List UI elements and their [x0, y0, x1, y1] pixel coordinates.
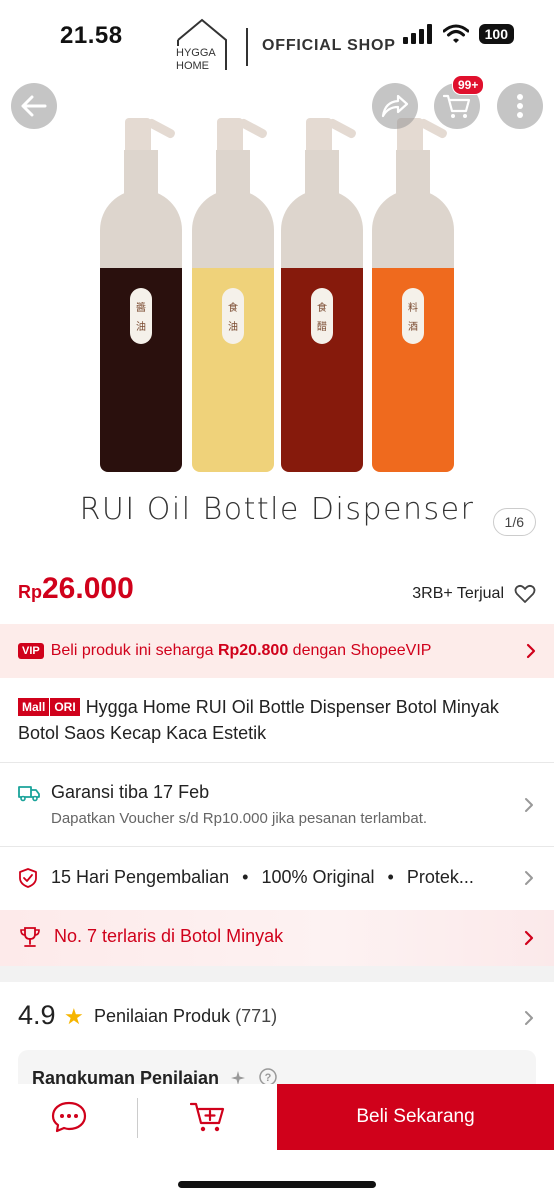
product-image-carousel[interactable]: 醬油 食油 食醋 料酒 RUI Oil Bottle Dispenser 1/6 — [0, 78, 554, 550]
star-icon: ★ — [64, 1004, 84, 1029]
product-title-text: Hygga Home RUI Oil Bottle Dispenser Boto… — [18, 697, 499, 743]
brand-divider — [246, 28, 248, 66]
vip-amount: Rp20.800 — [217, 642, 289, 659]
heart-icon[interactable] — [514, 584, 536, 604]
home-indicator[interactable] — [178, 1181, 376, 1188]
product-price: Rp26.000 — [18, 572, 134, 606]
add-to-cart-button[interactable] — [138, 1084, 277, 1150]
price-value: 26.000 — [42, 572, 134, 605]
rating-row[interactable]: 4.9 ★ Penilaian Produk (771) — [0, 992, 554, 1042]
bottle-label: 食油 — [222, 288, 244, 344]
cart-count-badge: 99+ — [452, 75, 485, 95]
product-image-title: RUI Oil Bottle Dispenser — [79, 492, 475, 527]
chevron-right-icon — [525, 871, 533, 885]
chevron-right-icon — [525, 1011, 533, 1025]
cart-button[interactable]: 99+ — [434, 75, 485, 129]
divider — [0, 846, 554, 847]
guarantee-original: 100% Original — [261, 867, 375, 887]
bottle-4: 料酒 — [372, 117, 454, 472]
bestseller-banner[interactable]: No. 7 terlaris di Botol Minyak — [0, 910, 554, 966]
chat-button[interactable] — [0, 1084, 138, 1150]
image-page-counter: 1/6 — [492, 508, 536, 536]
bottle-label: 食醋 — [311, 288, 333, 344]
bottle-2: 食油 — [192, 117, 274, 472]
back-button[interactable] — [11, 83, 57, 129]
shield-icon — [19, 868, 37, 888]
share-button[interactable] — [372, 83, 418, 129]
divider — [0, 762, 554, 763]
chevron-right-icon — [524, 930, 534, 946]
chevron-right-icon — [525, 798, 533, 812]
product-title: Mall ORI Hygga Home RUI Oil Bottle Dispens… — [18, 694, 538, 746]
sold-info: 3RB+ Terjual — [412, 584, 536, 604]
bottle-label: 料酒 — [402, 288, 424, 344]
brand-logo: HYGGA HOME — [172, 14, 232, 72]
rating-label: Penilaian Produk (771) — [94, 1006, 278, 1026]
vip-badge: VIP — [18, 643, 44, 659]
rating-score: 4.9 — [18, 1000, 56, 1030]
truck-icon — [18, 786, 40, 802]
status-time: 21.58 — [60, 22, 123, 49]
mall-ori-badge: Mall ORI — [18, 698, 80, 716]
chevron-right-icon — [526, 643, 536, 659]
cart-plus-icon — [189, 1102, 224, 1132]
battery-indicator: 100 — [478, 24, 514, 44]
more-options-button[interactable] — [497, 83, 543, 129]
sold-count: 3RB+ Terjual — [412, 585, 504, 602]
shipping-guarantee-row[interactable]: Garansi tiba 17 Feb Dapatkan Voucher s/d… — [0, 764, 554, 846]
shipping-title: Garansi tiba 17 Feb — [51, 782, 210, 802]
rating-count: (771) — [235, 1006, 278, 1026]
arrow-left-icon — [21, 95, 47, 117]
bestseller-text: No. 7 terlaris di Botol Minyak — [54, 926, 284, 946]
brand-line1: HYGGA — [176, 47, 216, 59]
chat-icon — [51, 1101, 87, 1133]
brand-line2: HOME — [176, 60, 209, 72]
shopee-vip-banner[interactable]: VIP Beli produk ini seharga Rp20.800 den… — [0, 624, 554, 678]
wifi-icon — [442, 24, 469, 43]
bottle-1: 醬油 — [100, 117, 182, 472]
bottle-3: 食醋 — [281, 117, 363, 472]
signal-icon — [402, 24, 432, 44]
guarantee-list: 15 Hari Pengembalian • 100% Original • P… — [51, 867, 474, 887]
guarantee-protection: Protek... — [406, 867, 474, 887]
section-separator — [0, 966, 554, 982]
official-shop-label: OFFICIAL SHOP — [262, 37, 396, 54]
price-row: Rp26.000 3RB+ Terjual — [0, 566, 554, 620]
price-currency: Rp — [18, 582, 42, 602]
buy-now-button[interactable]: Beli Sekarang — [277, 1084, 554, 1150]
more-vertical-icon — [517, 94, 523, 118]
guarantee-return: 15 Hari Pengembalian — [51, 867, 230, 887]
shipping-subtitle: Dapatkan Voucher s/d Rp10.000 jika pesan… — [51, 810, 428, 827]
guarantee-row[interactable]: 15 Hari Pengembalian • 100% Original • P… — [0, 848, 554, 908]
trophy-icon — [20, 927, 40, 947]
vip-text: Beli produk ini seharga Rp20.800 dengan … — [50, 642, 432, 659]
shopping-cart-icon — [443, 94, 471, 118]
bottle-label: 醬油 — [130, 288, 152, 344]
share-icon — [381, 94, 409, 118]
svg-text:?: ? — [265, 1072, 272, 1084]
system-icons: 100 — [402, 24, 514, 44]
status-bar: 21.58 HYGGA HOME OFFICIAL SHOP 100 — [0, 0, 554, 78]
